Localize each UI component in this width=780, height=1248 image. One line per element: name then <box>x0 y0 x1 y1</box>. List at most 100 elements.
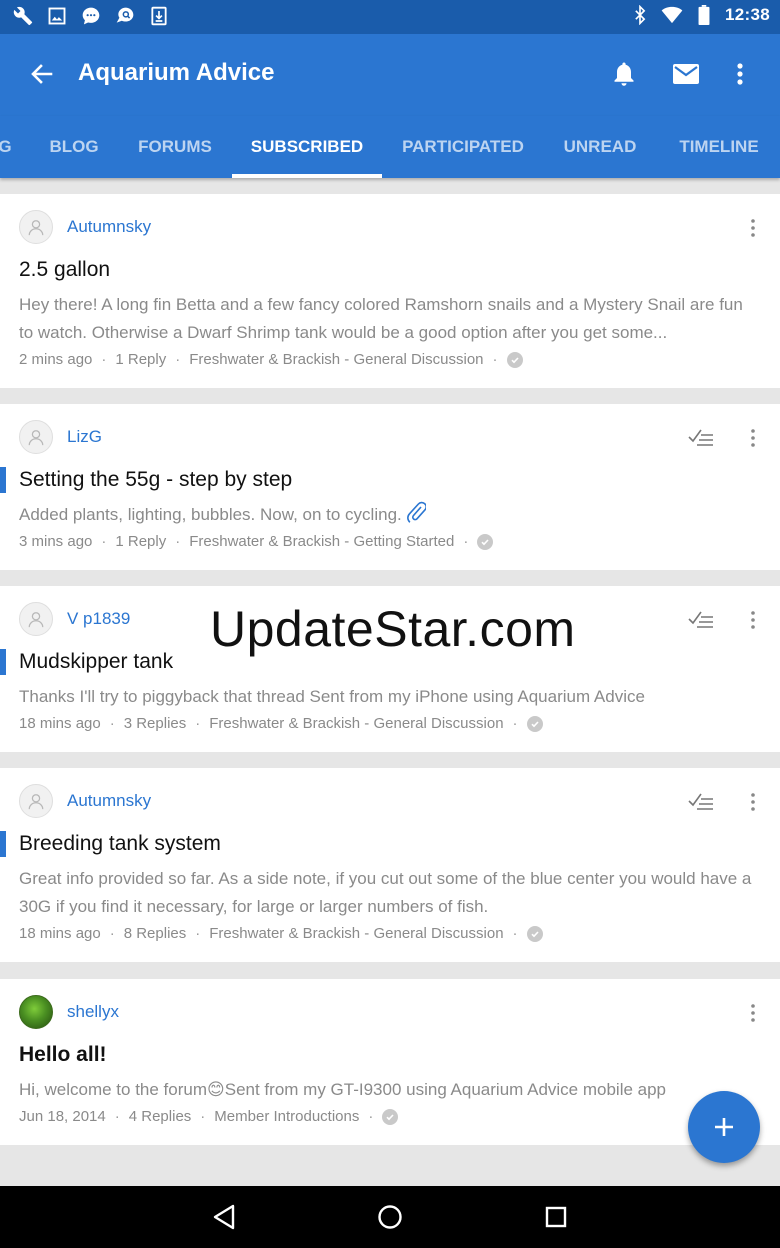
wrench-icon <box>12 5 34 27</box>
thread-replies: 3 Replies <box>123 715 187 732</box>
thread-snippet-text: Added plants, lighting, bubbles. Now, on… <box>19 505 402 524</box>
tab-subscribed[interactable]: SUBSCRIBED <box>232 116 382 178</box>
system-nav-bar <box>0 1186 780 1248</box>
more-vert-icon[interactable] <box>744 425 762 451</box>
tab-unread[interactable]: UNREAD <box>552 116 648 178</box>
more-vert-icon[interactable] <box>744 1000 762 1026</box>
paperclip-icon <box>406 501 427 532</box>
thread-forum[interactable]: Freshwater & Brackish - General Discussi… <box>209 925 503 942</box>
thread-time: 2 mins ago <box>19 351 93 368</box>
thread-meta: 18 mins ago · 8 Replies · Freshwater & B… <box>19 925 543 942</box>
separator-dot: · <box>200 1108 206 1125</box>
unread-indicator <box>0 831 6 857</box>
tab-timeline[interactable]: TIMELINE <box>666 116 772 178</box>
thread-title[interactable]: Setting the 55g - step by step <box>19 468 292 492</box>
thread-snippet: Thanks I'll try to piggyback that thread… <box>19 687 645 706</box>
avatar[interactable] <box>19 602 53 636</box>
app-bar: Aquarium Advice <box>0 34 780 116</box>
thread-card[interactable]: Autumnsky 2.5 gallon Hey there! A long f… <box>0 194 780 388</box>
thread-meta: 18 mins ago · 3 Replies · Freshwater & B… <box>19 715 543 732</box>
plus-icon <box>715 1118 733 1136</box>
check-icon <box>382 1108 399 1125</box>
watched-checklist-icon[interactable] <box>686 425 716 449</box>
thread-snippet: Added plants, lighting, bubbles. Now, on… <box>19 501 759 532</box>
tab-forums[interactable]: FORUMS <box>126 116 224 178</box>
bluetooth-icon <box>629 4 651 26</box>
image-icon <box>46 5 68 27</box>
check-icon <box>526 715 543 732</box>
thread-title[interactable]: Mudskipper tank <box>19 650 173 674</box>
separator-dot: · <box>195 925 201 942</box>
thread-title[interactable]: 2.5 gallon <box>19 258 110 282</box>
status-bar: 12:38 <box>0 0 780 34</box>
separator-dot: · <box>109 925 115 942</box>
check-icon <box>506 351 523 368</box>
mail-icon[interactable] <box>668 56 704 92</box>
bell-icon[interactable] <box>606 56 642 92</box>
watched-checklist-icon[interactable] <box>686 789 716 813</box>
thread-replies: 1 Reply <box>115 533 167 550</box>
thread-snippet: Hey there! A long fin Betta and a few fa… <box>19 295 743 342</box>
separator-dot: · <box>463 533 469 550</box>
separator-dot: · <box>109 715 115 732</box>
wifi-icon <box>661 4 683 26</box>
back-arrow-icon[interactable] <box>24 56 60 92</box>
thread-meta: Jun 18, 2014 · 4 Replies · Member Introd… <box>19 1108 399 1125</box>
back-triangle-icon[interactable] <box>207 1200 241 1234</box>
thread-time: 3 mins ago <box>19 533 93 550</box>
download-icon <box>148 5 170 27</box>
thread-snippet: Hi, welcome to the forum😊Sent from my GT… <box>19 1080 667 1099</box>
separator-dot: · <box>512 925 518 942</box>
separator-dot: · <box>368 1108 374 1125</box>
thread-author[interactable]: Autumnsky <box>67 217 151 237</box>
thread-forum[interactable]: Member Introductions <box>214 1108 359 1125</box>
separator-dot: · <box>195 715 201 732</box>
thread-author[interactable]: shellyx <box>67 1002 119 1022</box>
thread-card[interactable]: shellyx Hello all! Hi, welcome to the fo… <box>0 979 780 1145</box>
separator-dot: · <box>101 351 107 368</box>
avatar[interactable] <box>19 420 53 454</box>
thread-author[interactable]: LizG <box>67 427 102 447</box>
thread-author[interactable]: Autumnsky <box>67 791 151 811</box>
unread-indicator <box>0 467 6 493</box>
chat-search-icon <box>114 5 136 27</box>
separator-dot: · <box>114 1108 120 1125</box>
new-thread-button[interactable] <box>688 1091 760 1163</box>
more-vert-icon[interactable] <box>744 607 762 633</box>
tab-blog[interactable]: BLOG <box>40 116 108 178</box>
more-vert-icon[interactable] <box>744 215 762 241</box>
page-title: Aquarium Advice <box>78 59 275 86</box>
tab-participated[interactable]: PARTICIPATED <box>392 116 534 178</box>
thread-meta: 2 mins ago · 1 Reply · Freshwater & Brac… <box>19 351 523 368</box>
avatar[interactable] <box>19 995 53 1029</box>
tab-partial[interactable]: G <box>0 116 12 178</box>
more-vert-icon[interactable] <box>722 56 758 92</box>
unread-indicator <box>0 649 6 675</box>
separator-dot: · <box>512 715 518 732</box>
clock: 12:38 <box>725 5 770 24</box>
thread-title[interactable]: Breeding tank system <box>19 832 221 856</box>
thread-author[interactable]: V p1839 <box>67 609 130 629</box>
watched-checklist-icon[interactable] <box>686 607 716 631</box>
thread-time: 18 mins ago <box>19 715 101 732</box>
home-circle-icon[interactable] <box>373 1200 407 1234</box>
thread-replies: 8 Replies <box>123 925 187 942</box>
avatar[interactable] <box>19 784 53 818</box>
tab-bar: G BLOG FORUMS SUBSCRIBED PARTICIPATED UN… <box>0 116 780 178</box>
recents-square-icon[interactable] <box>539 1200 573 1234</box>
thread-forum[interactable]: Freshwater & Brackish - Getting Started <box>189 533 454 550</box>
thread-forum[interactable]: Freshwater & Brackish - General Discussi… <box>189 351 483 368</box>
check-icon <box>526 925 543 942</box>
active-tab-indicator <box>232 174 382 178</box>
thread-title[interactable]: Hello all! <box>19 1043 107 1067</box>
battery-icon <box>693 4 715 26</box>
avatar[interactable] <box>19 210 53 244</box>
thread-card[interactable]: LizG Setting the 55g - step by step Adde… <box>0 404 780 570</box>
thread-card[interactable]: Autumnsky Breeding tank system Great inf… <box>0 768 780 962</box>
thread-forum[interactable]: Freshwater & Brackish - General Discussi… <box>209 715 503 732</box>
separator-dot: · <box>175 351 181 368</box>
separator-dot: · <box>101 533 107 550</box>
more-vert-icon[interactable] <box>744 789 762 815</box>
thread-time: 18 mins ago <box>19 925 101 942</box>
separator-dot: · <box>492 351 498 368</box>
